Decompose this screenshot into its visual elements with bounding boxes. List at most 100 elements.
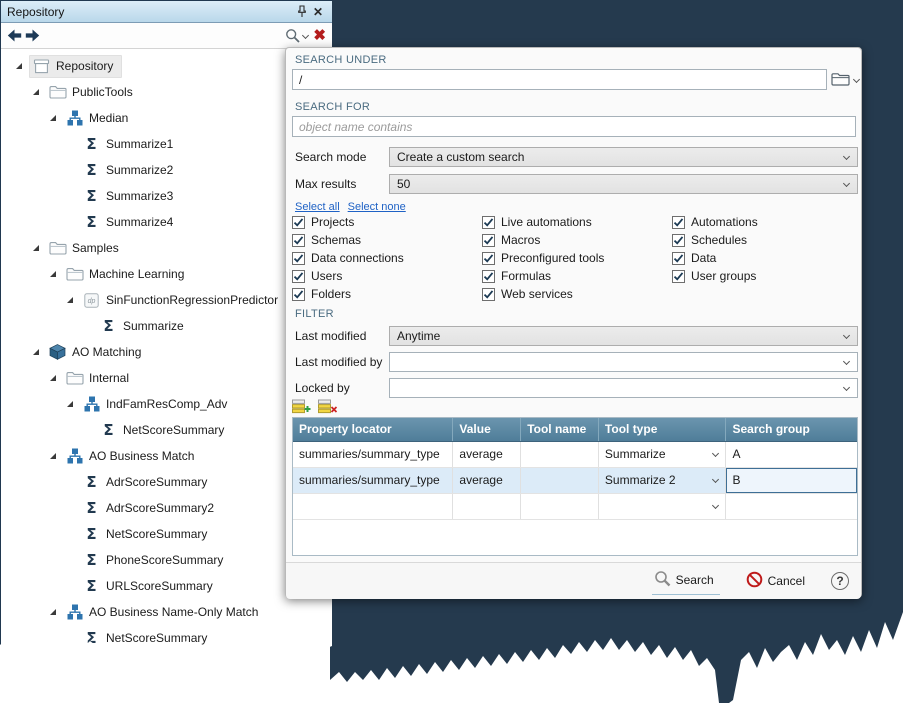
tree-item-summarize4[interactable]: ΣSummarize4 [1, 209, 332, 235]
tree-item-sinfunctionregressionpredictor[interactable]: dpSinFunctionRegressionPredictor [1, 287, 332, 313]
checkbox-schemas[interactable]: Schemas [292, 231, 478, 249]
cell-tool-type[interactable]: Summarize 2 [599, 468, 727, 493]
cell-tool-name[interactable] [521, 468, 599, 493]
cancel-icon [746, 571, 763, 591]
cell-search-group[interactable]: B [726, 468, 857, 493]
tree-item-label: AdrScoreSummary2 [106, 501, 214, 515]
cell-value[interactable] [453, 494, 521, 519]
checkbox-folders[interactable]: Folders [292, 285, 478, 303]
help-button[interactable]: ? [831, 572, 849, 590]
checkbox-live-automations[interactable]: Live automations [482, 213, 668, 231]
tree-item-internal[interactable]: Internal [1, 365, 332, 391]
back-arrow-icon[interactable] [7, 29, 22, 42]
search-button[interactable]: Search [652, 568, 720, 595]
panel-titlebar: Repository ✕ [1, 1, 332, 23]
checkbox-checked-icon [292, 270, 305, 283]
search-mode-value: Create a custom search [397, 150, 524, 164]
sigma-icon: Σ [82, 630, 101, 647]
close-icon[interactable]: ✕ [310, 4, 326, 20]
last-modified-select[interactable]: Anytime [389, 326, 858, 346]
tree-item-summarize2[interactable]: ΣSummarize2 [1, 157, 332, 183]
tree-item-adrscoresummary[interactable]: ΣAdrScoreSummary [1, 469, 332, 495]
checkbox-macros[interactable]: Macros [482, 231, 668, 249]
checkbox-user-groups[interactable]: User groups [672, 267, 858, 285]
tree-item-ao-business-match[interactable]: AO Business Match [1, 443, 332, 469]
tree-item-urlscoresummary[interactable]: ΣURLScoreSummary [1, 573, 332, 599]
pin-icon[interactable] [294, 4, 310, 20]
tree-item-phonescoresummary[interactable]: ΣPhoneScoreSummary [1, 547, 332, 573]
tree-item-summarize1[interactable]: ΣSummarize1 [1, 131, 332, 157]
tree-item-samples[interactable]: Samples [1, 235, 332, 261]
expand-collapse-icon[interactable] [32, 347, 42, 357]
search-for-input[interactable] [292, 116, 856, 137]
search-under-input[interactable] [292, 69, 827, 90]
criteria-row-1[interactable]: summaries/summary_typeaverage SummarizeA [293, 442, 857, 468]
cell-value[interactable]: average [453, 468, 521, 493]
last-modified-by-select[interactable] [389, 352, 858, 372]
add-row-icon[interactable] [292, 399, 311, 414]
tree-item-netscoresummary[interactable]: ΣNetScoreSummary [1, 625, 332, 651]
select-none-link[interactable]: Select none [348, 201, 406, 213]
expand-collapse-icon[interactable] [49, 113, 59, 123]
cell-value[interactable]: average [453, 442, 521, 467]
forward-arrow-icon[interactable] [25, 29, 40, 42]
checkbox-users[interactable]: Users [292, 267, 478, 285]
max-results-select[interactable]: 50 [389, 174, 858, 194]
cell-property-locator[interactable] [293, 494, 453, 519]
cell-tool-name[interactable] [521, 494, 599, 519]
expand-collapse-icon[interactable] [32, 87, 42, 97]
checkbox-data-connections[interactable]: Data connections [292, 249, 478, 267]
tree-item-repository[interactable]: Repository [1, 53, 332, 79]
search-mode-label: Search mode [295, 150, 366, 164]
tree-item-adrscoresummary2[interactable]: ΣAdrScoreSummary2 [1, 495, 332, 521]
tree-item-netscoresummary[interactable]: ΣNetScoreSummary [1, 521, 332, 547]
checkbox-schedules[interactable]: Schedules [672, 231, 858, 249]
expand-collapse-icon[interactable] [32, 243, 42, 253]
expand-collapse-icon[interactable] [49, 607, 59, 617]
cell-property-locator[interactable]: summaries/summary_type [293, 442, 453, 467]
locked-by-select[interactable] [389, 378, 858, 398]
tree-item-ao-business-name-only-match[interactable]: AO Business Name-Only Match [1, 599, 332, 625]
cell-tool-type[interactable] [599, 494, 727, 519]
tree-item-publictools[interactable]: PublicTools [1, 79, 332, 105]
select-all-link[interactable]: Select all [295, 201, 340, 213]
tree-item-netscoresummary[interactable]: ΣNetScoreSummary [1, 417, 332, 443]
cell-search-group[interactable]: A [726, 442, 857, 467]
expand-collapse-icon[interactable] [66, 295, 76, 305]
checkbox-projects[interactable]: Projects [292, 213, 478, 231]
expand-collapse-icon[interactable] [15, 61, 25, 71]
criteria-table-header: Property locatorValueTool nameTool typeS… [293, 418, 857, 442]
tree-item-ao-matching[interactable]: AO Matching [1, 339, 332, 365]
expand-collapse-icon[interactable] [49, 373, 59, 383]
expand-collapse-icon[interactable] [49, 269, 59, 279]
cube-icon [48, 344, 67, 361]
expand-collapse-icon[interactable] [49, 451, 59, 461]
criteria-row-2[interactable]: summaries/summary_typeaverage Summarize 2… [293, 468, 857, 494]
cell-tool-type[interactable]: Summarize [599, 442, 727, 467]
cell-tool-name[interactable] [521, 442, 599, 467]
checkbox-preconfigured-tools[interactable]: Preconfigured tools [482, 249, 668, 267]
delete-row-icon[interactable] [318, 399, 337, 414]
expand-collapse-icon[interactable] [66, 399, 76, 409]
tree-item-indfamrescomp-adv[interactable]: IndFamResComp_Adv [1, 391, 332, 417]
cell-search-group[interactable] [726, 494, 857, 519]
tree-item-machine-learning[interactable]: Machine Learning [1, 261, 332, 287]
checkbox-web-services[interactable]: Web services [482, 285, 668, 303]
criteria-row-3[interactable] [293, 494, 857, 520]
checkbox-formulas[interactable]: Formulas [482, 267, 668, 285]
search-mode-select[interactable]: Create a custom search [389, 147, 858, 167]
folder-browse-icon[interactable] [831, 72, 859, 86]
search-for-label: SEARCH FOR [295, 101, 370, 113]
checkbox-data[interactable]: Data [672, 249, 858, 267]
cancel-button[interactable]: Cancel [746, 571, 805, 591]
last-modified-value: Anytime [397, 329, 440, 343]
tree-item-summarize[interactable]: ΣSummarize [1, 313, 332, 339]
tree-item-summarize3[interactable]: ΣSummarize3 [1, 183, 332, 209]
checkbox-automations[interactable]: Automations [672, 213, 858, 231]
tree-item-median[interactable]: Median [1, 105, 332, 131]
close-icon[interactable]: ✖ [313, 29, 326, 43]
sigma-icon: Σ [99, 318, 118, 335]
search-dropdown-icon[interactable] [285, 28, 308, 44]
selection-links: Select all Select none [295, 199, 414, 213]
cell-property-locator[interactable]: summaries/summary_type [293, 468, 453, 493]
